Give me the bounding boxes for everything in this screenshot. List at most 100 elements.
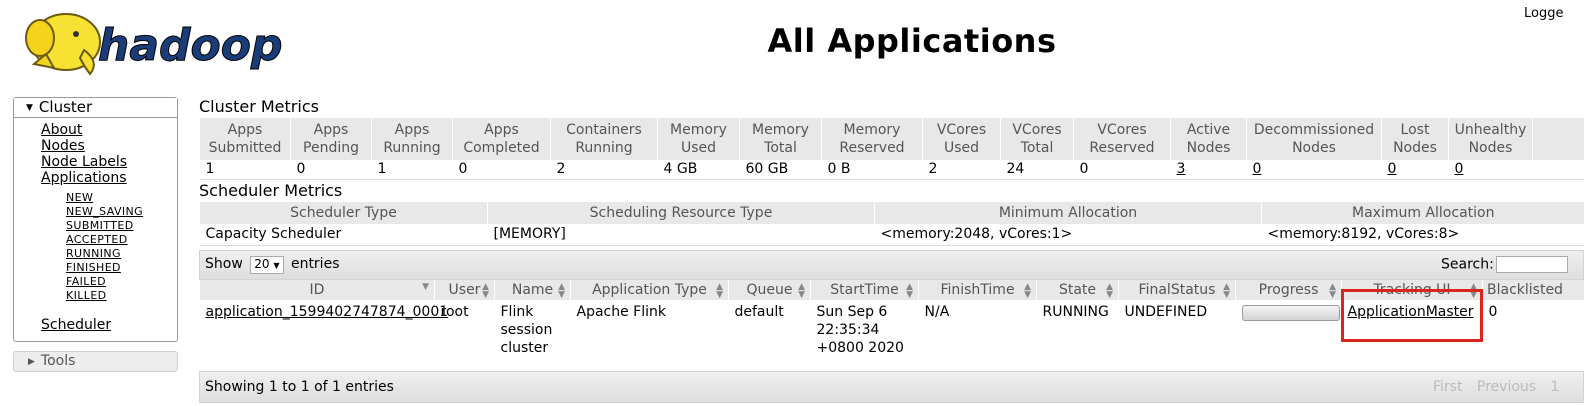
column-header-state[interactable]: State ▲ ▼ bbox=[1036, 280, 1119, 300]
column-header-start-time[interactable]: StartTime ▲ ▼ bbox=[810, 280, 919, 300]
column-header: VCores Total bbox=[1000, 118, 1074, 160]
metric-value: 2 bbox=[550, 160, 658, 180]
app-state-running[interactable]: RUNNING bbox=[66, 247, 177, 261]
column-header-finish-time[interactable]: FinishTime ▲ ▼ bbox=[918, 280, 1037, 300]
cell-finish-time: N/A bbox=[924, 304, 950, 320]
metric-value: 1 bbox=[199, 160, 291, 180]
scheduler-value: [MEMORY] bbox=[487, 224, 875, 246]
cell-name: Flink session cluster bbox=[500, 304, 553, 356]
metric-value: 24 bbox=[1000, 160, 1074, 180]
sort-both-icon: ▲ ▼ bbox=[1223, 282, 1230, 300]
metric-value: 1 bbox=[371, 160, 453, 180]
metric-value: 60 GB bbox=[739, 160, 822, 180]
active-nodes-link[interactable]: 3 bbox=[1177, 161, 1186, 177]
column-header: Apps Completed bbox=[452, 118, 551, 160]
page-length-control: Show 20 ▼ entries bbox=[205, 256, 339, 274]
nav-link-scheduler[interactable]: Scheduler bbox=[41, 317, 177, 333]
pagination-first[interactable]: First bbox=[1433, 379, 1462, 395]
metric-value: 0 bbox=[1073, 160, 1171, 180]
page-title: All Applications bbox=[767, 22, 1057, 60]
cell-progress bbox=[1236, 300, 1342, 360]
pagination-page[interactable]: 1 bbox=[1551, 379, 1560, 395]
metric-value: 0 bbox=[290, 160, 372, 180]
cluster-panel-header[interactable]: ▼ Cluster bbox=[14, 98, 177, 118]
column-header: Apps Running bbox=[371, 118, 453, 160]
cell-start-time: Sun Sep 6 22:35:34 +0800 2020 bbox=[816, 304, 904, 356]
tools-label: Tools bbox=[40, 353, 76, 369]
sort-both-icon: ▲ ▼ bbox=[558, 282, 565, 300]
column-header: Active Nodes bbox=[1170, 118, 1247, 160]
search-control: Search: bbox=[1441, 256, 1568, 273]
column-header: VCores Used bbox=[922, 118, 1001, 160]
column-header-name[interactable]: Name ▲ ▼ bbox=[494, 280, 571, 300]
cluster-metrics-table: Apps Submitted Apps Pending Apps Running… bbox=[199, 118, 1584, 180]
page-size-select[interactable]: 20 ▼ bbox=[250, 256, 284, 274]
column-header: Memory Used bbox=[657, 118, 740, 160]
column-header-type[interactable]: Application Type ▲ ▼ bbox=[570, 280, 729, 300]
cell-state: RUNNING bbox=[1042, 304, 1109, 320]
scheduler-value: Capacity Scheduler bbox=[199, 224, 488, 246]
app-state-new[interactable]: NEW bbox=[66, 191, 177, 205]
column-header-user[interactable]: User ▲ ▼ bbox=[434, 280, 495, 300]
column-header: Scheduler Type bbox=[199, 202, 488, 224]
tracking-ui-highlight-box bbox=[1341, 289, 1483, 342]
cluster-metrics-header-row: Apps Submitted Apps Pending Apps Running… bbox=[199, 118, 1584, 160]
cell-queue: default bbox=[734, 304, 784, 320]
sort-both-icon: ▲ ▼ bbox=[1106, 282, 1113, 300]
search-input[interactable] bbox=[1495, 256, 1568, 273]
nav-link-node-labels[interactable]: Node Labels bbox=[41, 154, 177, 170]
scheduler-value: <memory:8192, vCores:8> bbox=[1261, 224, 1584, 246]
table-footer: Showing 1 to 1 of 1 entries First Previo… bbox=[199, 371, 1584, 403]
column-header: Minimum Allocation bbox=[874, 202, 1262, 224]
column-header-final-status[interactable]: FinalStatus ▲ ▼ bbox=[1118, 280, 1236, 300]
column-header-progress[interactable]: Progress ▲ ▼ bbox=[1235, 280, 1342, 300]
app-state-finished[interactable]: FINISHED bbox=[66, 261, 177, 275]
app-state-accepted[interactable]: ACCEPTED bbox=[66, 233, 177, 247]
sort-both-icon: ▲ ▼ bbox=[1329, 282, 1336, 300]
nav-link-nodes[interactable]: Nodes bbox=[41, 138, 177, 154]
logged-in-label: Logge bbox=[1524, 6, 1564, 21]
column-header-overflow bbox=[1532, 118, 1584, 160]
metric-overflow bbox=[1532, 160, 1584, 180]
lost-nodes-link[interactable]: 0 bbox=[1388, 161, 1397, 177]
scheduler-metrics-value-row: Capacity Scheduler [MEMORY] <memory:2048… bbox=[199, 224, 1584, 246]
sort-both-icon: ▲ ▼ bbox=[482, 282, 489, 300]
column-header: Memory Total bbox=[739, 118, 822, 160]
tools-panel-header[interactable]: ▶ Tools bbox=[13, 351, 178, 372]
column-header: Scheduling Resource Type bbox=[487, 202, 875, 224]
triangle-down-icon: ▼ bbox=[26, 103, 33, 113]
column-header: Apps Submitted bbox=[199, 118, 291, 160]
left-nav: ▼ Cluster About Nodes Node Labels Applica… bbox=[13, 97, 178, 372]
column-header: Decommissioned Nodes bbox=[1246, 118, 1382, 160]
metric-value: 2 bbox=[922, 160, 1001, 180]
triangle-right-icon: ▶ bbox=[28, 357, 35, 367]
column-header: Unhealthy Nodes bbox=[1448, 118, 1533, 160]
column-header: Maximum Allocation bbox=[1261, 202, 1584, 224]
column-header-blacklisted[interactable]: Blacklisted bbox=[1482, 280, 1584, 300]
app-state-submitted[interactable]: SUBMITTED bbox=[66, 219, 177, 233]
cell-user: root bbox=[440, 304, 469, 320]
scheduler-metrics-title: Scheduler Metrics bbox=[199, 181, 343, 200]
app-state-new-saving[interactable]: NEW_SAVING bbox=[66, 205, 177, 219]
pagination: First Previous 1 bbox=[1433, 379, 1569, 395]
metric-value: 0 B bbox=[821, 160, 923, 180]
app-state-failed[interactable]: FAILED bbox=[66, 275, 177, 289]
column-header-queue[interactable]: Queue ▲ ▼ bbox=[728, 280, 811, 300]
column-header: VCores Reserved bbox=[1073, 118, 1171, 160]
sort-both-icon: ▲ ▼ bbox=[716, 282, 723, 300]
cell-blacklisted: 0 bbox=[1488, 304, 1498, 320]
nav-link-applications[interactable]: Applications bbox=[41, 170, 177, 186]
cluster-metrics-value-row: 1 0 1 0 2 4 GB 60 GB 0 B 2 24 0 3 0 0 0 bbox=[199, 160, 1584, 180]
entries-label: entries bbox=[290, 256, 340, 272]
column-header-id[interactable]: ID ▼ bbox=[199, 280, 435, 300]
nav-link-about[interactable]: About bbox=[41, 122, 177, 138]
table-info: Showing 1 to 1 of 1 entries bbox=[205, 379, 394, 395]
app-state-killed[interactable]: KILLED bbox=[66, 289, 177, 303]
pagination-previous[interactable]: Previous bbox=[1477, 379, 1536, 395]
cell-type: Apache Flink bbox=[576, 304, 667, 320]
scheduler-metrics-table: Scheduler Type Scheduling Resource Type … bbox=[199, 202, 1584, 246]
application-id-link[interactable]: application_1599402747874_0001 bbox=[206, 304, 449, 320]
metric-value: 4 GB bbox=[657, 160, 740, 180]
decommissioned-nodes-link[interactable]: 0 bbox=[1253, 161, 1262, 177]
unhealthy-nodes-link[interactable]: 0 bbox=[1455, 161, 1464, 177]
